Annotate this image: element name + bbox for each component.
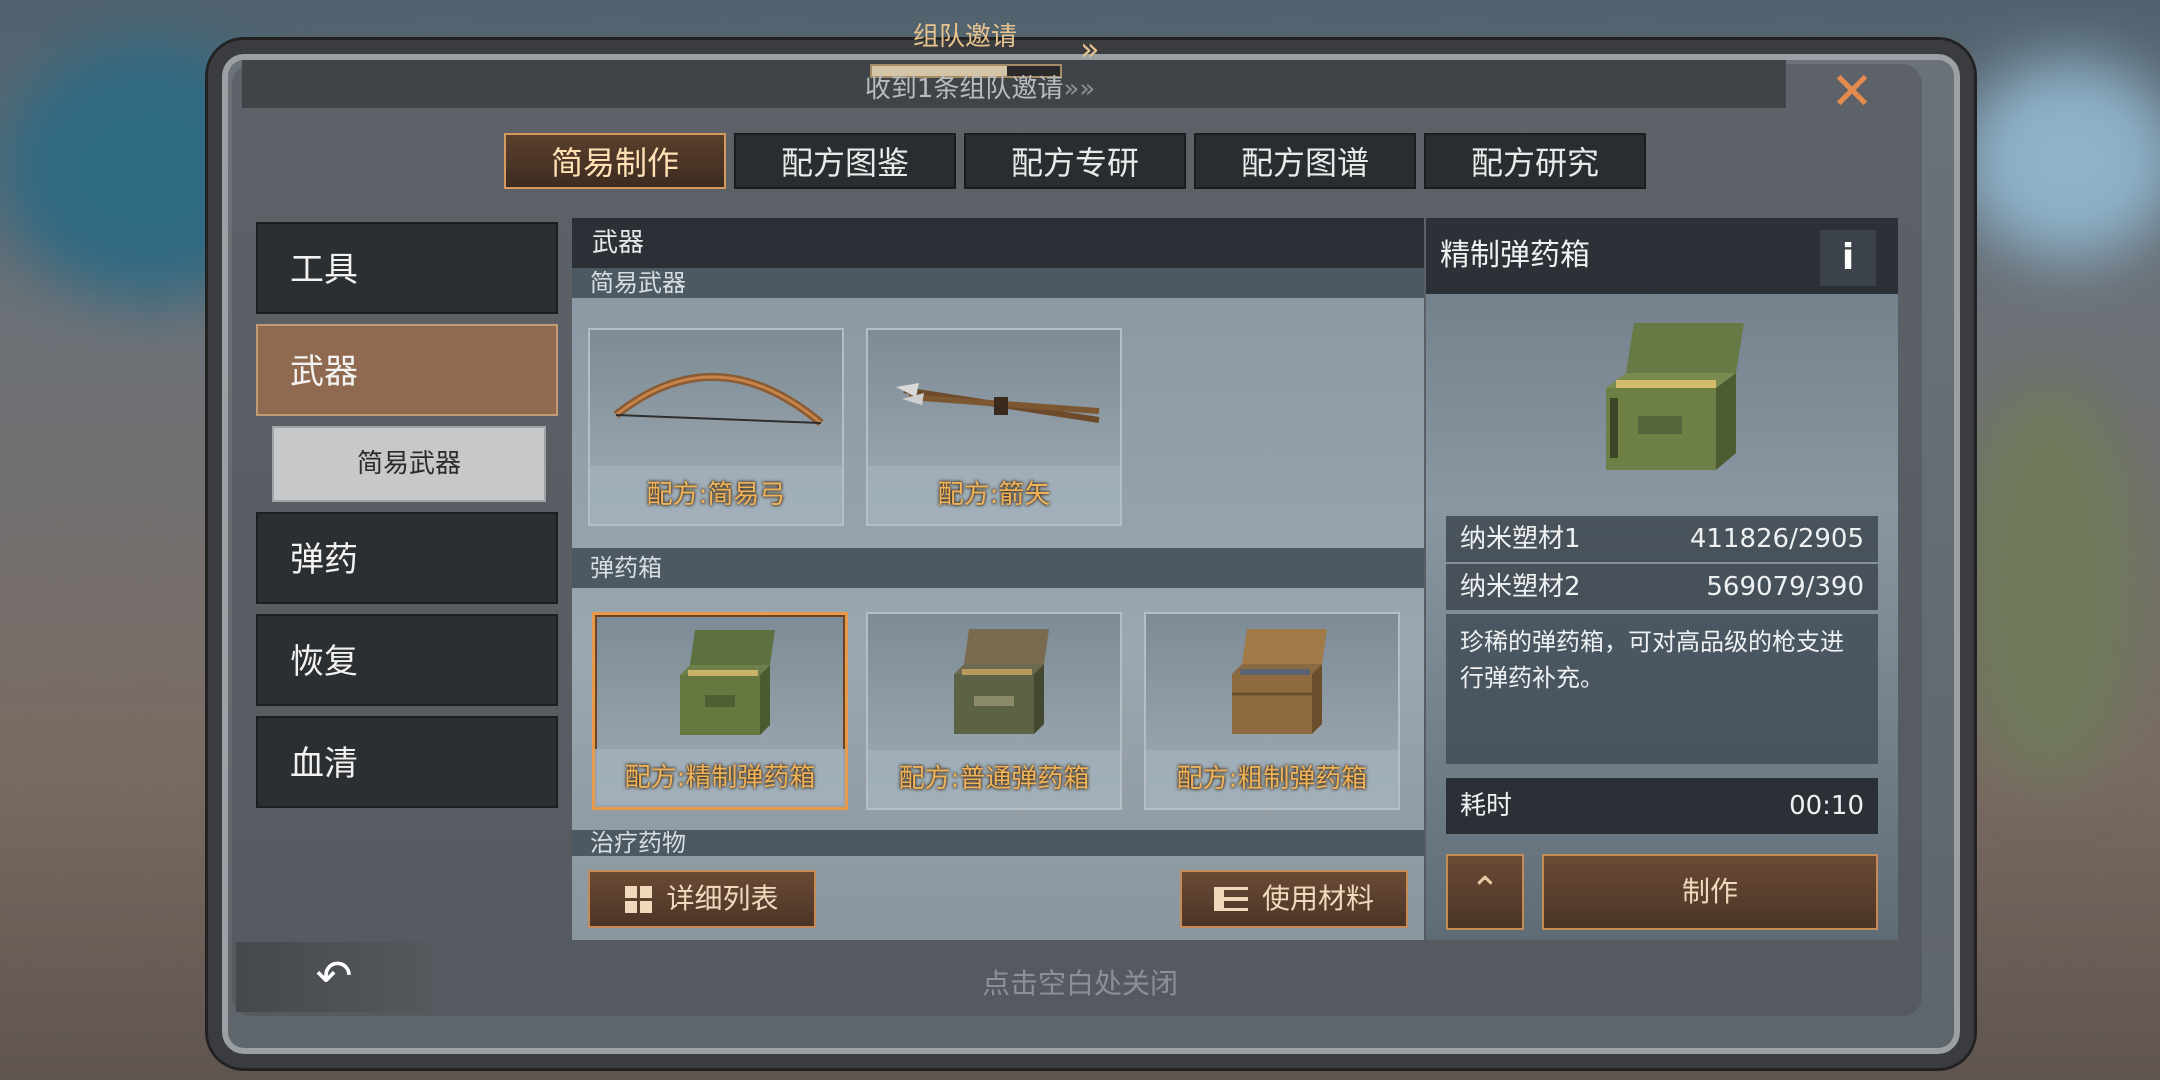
back-button[interactable]: ↶ <box>236 942 432 1012</box>
section-simple-weapons: 简易武器 <box>572 268 1424 298</box>
tab-recipe-study[interactable]: 配方专研 <box>964 133 1186 189</box>
collapse-button[interactable]: ⌃ <box>1446 854 1524 930</box>
info-icon[interactable]: i <box>1820 230 1876 286</box>
time-value: 00:10 <box>1789 791 1864 821</box>
recipe-card-arrows[interactable]: 配方:箭矢 <box>866 328 1122 526</box>
top-tabs: 简易制作 配方图鉴 配方专研 配方图谱 配方研究 <box>504 133 1646 189</box>
section-ammo-box: 弹药箱 <box>572 548 1424 588</box>
invite-more-icon: »» <box>1063 74 1096 104</box>
material-name: 纳米塑材1 <box>1460 524 1581 554</box>
ammo-box-icon <box>1576 318 1756 482</box>
team-invite-title[interactable]: 组队邀请 <box>880 16 1050 53</box>
detail-list-button[interactable]: 详细列表 <box>588 870 816 928</box>
card-label: 配方:箭矢 <box>868 466 1120 524</box>
invite-subtitle-text: 收到1条组队邀请 <box>864 74 1064 104</box>
card-label: 配方:简易弓 <box>590 466 842 524</box>
detail-list-label: 详细列表 <box>666 882 779 915</box>
material-row: 纳米塑材2 569079/390 <box>1446 564 1878 610</box>
sidebar-item-weapons[interactable]: 武器 <box>256 324 558 416</box>
card-label: 配方:粗制弹药箱 <box>1146 750 1398 808</box>
use-materials-label: 使用材料 <box>1261 882 1374 915</box>
material-count: 569079/390 <box>1706 572 1864 602</box>
ammo-box-icon <box>868 614 1120 754</box>
close-button[interactable]: ✕ <box>1822 62 1882 122</box>
recipe-card-normal-ammo-box[interactable]: 配方:普通弹药箱 <box>866 612 1122 810</box>
ammo-box-icon <box>595 615 845 755</box>
craft-button[interactable]: 制作 <box>1542 854 1878 930</box>
sidebar-item-ammo[interactable]: 弹药 <box>256 512 558 604</box>
item-detail-panel: 精制弹药箱 i 纳米塑材1 411826/2905 纳米塑材2 569079/3… <box>1426 218 1898 940</box>
tab-simple-craft[interactable]: 简易制作 <box>504 133 726 189</box>
tab-recipe-research[interactable]: 配方研究 <box>1424 133 1646 189</box>
list-icon <box>1213 887 1248 911</box>
background-blob <box>1960 60 2160 260</box>
bow-icon <box>590 330 842 470</box>
material-name: 纳米塑材2 <box>1460 572 1581 602</box>
sidebar-item-recovery[interactable]: 恢复 <box>256 614 558 706</box>
craft-time-row: 耗时 00:10 <box>1446 778 1878 834</box>
material-count: 411826/2905 <box>1689 524 1864 554</box>
invite-arrow-icon[interactable]: » <box>1080 30 1100 68</box>
card-label: 配方:精制弹药箱 <box>595 749 845 807</box>
tab-recipe-catalog[interactable]: 配方图鉴 <box>734 133 956 189</box>
category-sidebar: 工具 武器 简易武器 弹药 恢复 血清 <box>256 222 558 818</box>
arrows-icon <box>868 330 1120 470</box>
recipe-card-simple-bow[interactable]: 配方:简易弓 <box>588 328 844 526</box>
team-invite-subtitle[interactable]: 收到1条组队邀请»» <box>830 68 1130 105</box>
grid-icon <box>625 885 653 913</box>
item-description: 珍稀的弹药箱，可对高品级的枪支进行弹药补充。 <box>1446 614 1878 764</box>
background-blob <box>1960 380 2140 780</box>
recipe-grid-panel[interactable]: 武器 简易武器 配方:简易弓 配方:箭矢 弹药箱 配方:精制弹药箱 配方:普通弹… <box>572 218 1424 940</box>
back-icon: ↶ <box>315 951 353 1002</box>
sidebar-item-tools[interactable]: 工具 <box>256 222 558 314</box>
recipe-card-crude-ammo-box[interactable]: 配方:粗制弹药箱 <box>1144 612 1400 810</box>
time-label: 耗时 <box>1460 791 1513 821</box>
sidebar-subitem-simple-weapons[interactable]: 简易武器 <box>272 426 546 502</box>
sidebar-item-serum[interactable]: 血清 <box>256 716 558 808</box>
tab-recipe-atlas[interactable]: 配方图谱 <box>1194 133 1416 189</box>
grid-header: 武器 <box>572 218 1424 268</box>
recipe-card-refined-ammo-box[interactable]: 配方:精制弹药箱 <box>592 612 848 810</box>
ammo-box-icon <box>1146 614 1398 754</box>
section-medicine: 治疗药物 <box>572 830 1424 856</box>
close-hint: 点击空白处关闭 <box>981 967 1178 1000</box>
use-materials-button[interactable]: 使用材料 <box>1180 870 1408 928</box>
chevron-up-icon: ⌃ <box>1469 870 1501 911</box>
material-row: 纳米塑材1 411826/2905 <box>1446 516 1878 562</box>
card-label: 配方:普通弹药箱 <box>868 750 1120 808</box>
